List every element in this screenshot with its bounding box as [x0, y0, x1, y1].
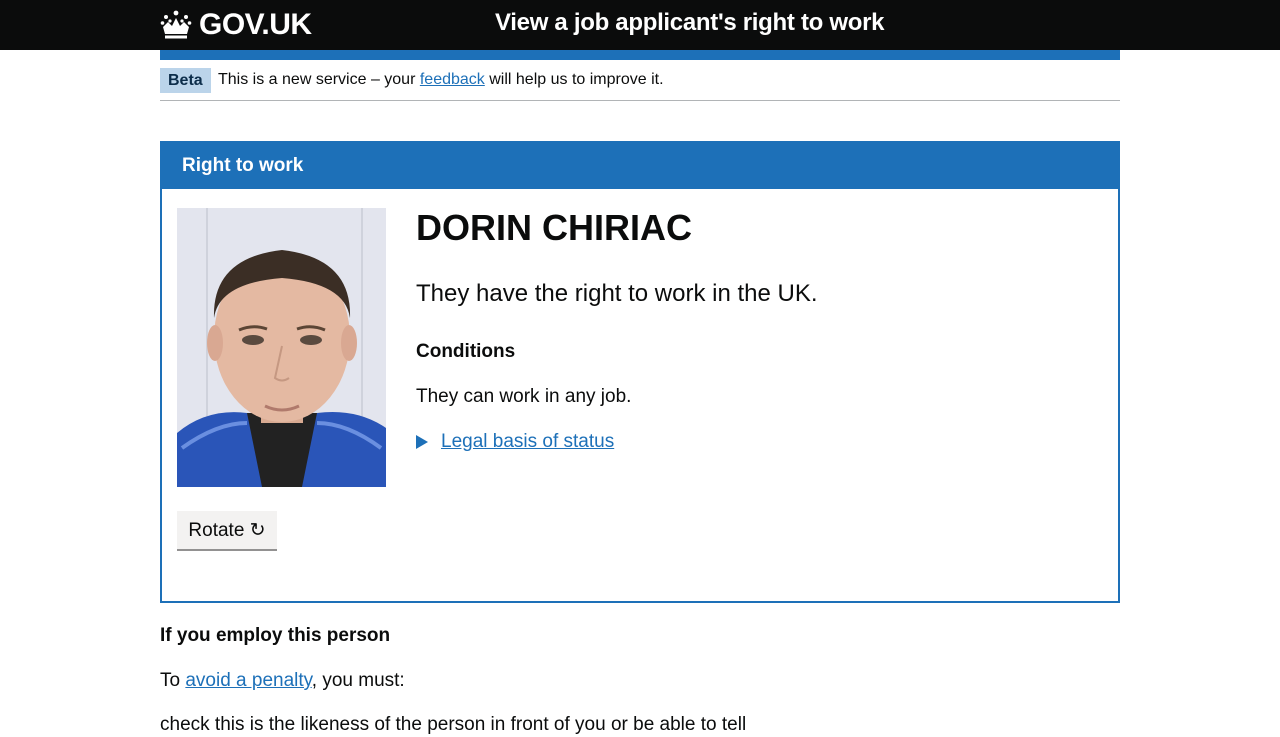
right-to-work-status: They have the right to work in the UK. — [416, 280, 818, 307]
applicant-name: DORIN CHIRIAC — [416, 207, 692, 248]
feedback-link[interactable]: feedback — [420, 71, 485, 88]
phase-tag: Beta — [160, 68, 211, 93]
right-to-work-panel: Right to work Rotate ↻ DORIN CHIRIAC The… — [160, 141, 1120, 603]
phase-text-before: This is a new service – your — [218, 71, 420, 88]
penalty-text-after: , you must: — [311, 670, 405, 691]
phase-text-after: will help us to improve it. — [484, 71, 664, 88]
penalty-text: To avoid a penalty, you must: — [160, 668, 405, 693]
triangle-right-icon — [416, 434, 428, 449]
phase-banner: Beta This is a new service – your feedba… — [160, 60, 1120, 101]
legal-basis-details[interactable]: Legal basis of status — [416, 429, 614, 454]
penalty-text-before: To — [160, 670, 186, 691]
conditions-text: They can work in any job. — [416, 386, 632, 407]
service-name-link[interactable]: View a job applicant's right to work — [495, 9, 885, 37]
phase-banner-text: This is a new service – your feedback wi… — [218, 70, 664, 90]
logo-text: GOV.UK — [199, 8, 312, 41]
header-accent-bar — [160, 50, 1120, 60]
legal-basis-summary[interactable]: Legal basis of status — [441, 429, 614, 454]
govuk-logo-link[interactable]: GOV.UK — [160, 6, 312, 44]
employ-heading: If you employ this person — [160, 625, 391, 646]
applicant-photo — [177, 208, 386, 487]
site-header: GOV.UK View a job applicant's right to w… — [0, 0, 1280, 50]
crown-icon — [160, 10, 192, 39]
panel-heading: Right to work — [162, 143, 1118, 189]
avoid-penalty-link[interactable]: avoid a penalty — [185, 670, 311, 691]
conditions-heading: Conditions — [416, 341, 516, 362]
list-item-partial: check this is the likeness of the person… — [160, 714, 747, 735]
rotate-button[interactable]: Rotate ↻ — [177, 511, 277, 549]
